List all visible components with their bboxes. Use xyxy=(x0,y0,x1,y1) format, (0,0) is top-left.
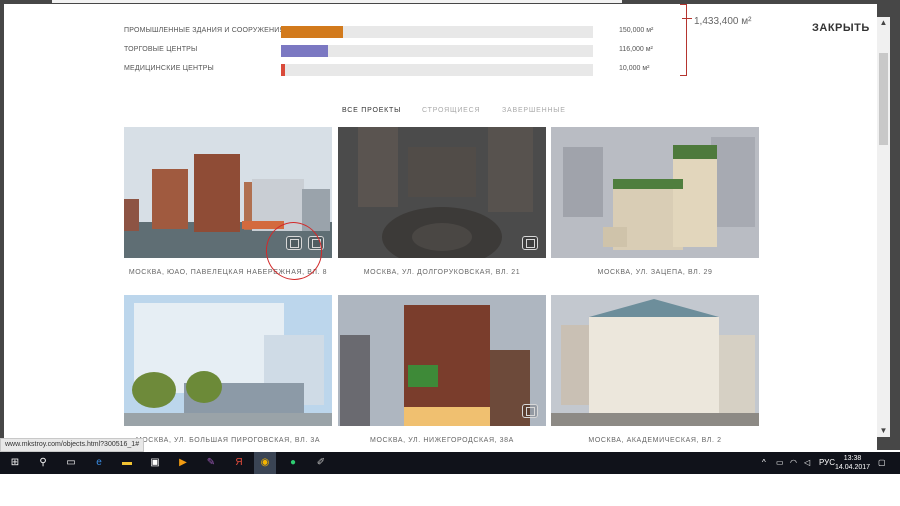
project-card-dolgorukovskaya[interactable] xyxy=(338,127,546,258)
edge-icon[interactable]: e xyxy=(88,452,110,474)
project-image xyxy=(551,295,759,426)
project-image xyxy=(338,295,546,426)
stat-bar-track xyxy=(281,26,593,38)
stat-value: 150,000 м² xyxy=(619,27,654,34)
stat-bar-track xyxy=(281,64,593,76)
taskbar-clock[interactable]: 13:38 14.04.2017 xyxy=(835,454,870,472)
project-card-akademicheskaya[interactable] xyxy=(551,295,759,426)
notes-icon[interactable]: ✐ xyxy=(310,452,332,474)
project-image xyxy=(124,295,332,426)
project-card-nizhegorodskaya[interactable] xyxy=(338,295,546,426)
stat-label: МЕДИЦИНСКИЕ ЦЕНТРЫ xyxy=(124,65,214,72)
browser-status-url: www.mkstroy.com/objects.html?300516_1# xyxy=(0,438,145,452)
store-icon[interactable]: ▣ xyxy=(144,452,166,474)
windows-taskbar: ⊞ ⚲ ▭ e ▬ ▣ ▶ ✎ Я ◉ ● ✐ ^ ▭ ◠ ◁ РУС 13:3… xyxy=(0,452,900,474)
windows-start-icon[interactable]: ⊞ xyxy=(4,452,26,474)
stat-label: ТОРГОВЫЕ ЦЕНТРЫ xyxy=(124,46,198,53)
stat-label: ПРОМЫШЛЕННЫЕ ЗДАНИЯ И СООРУЖЕНИЯ xyxy=(124,27,285,34)
tab-all-projects[interactable]: ВСЕ ПРОЕКТЫ xyxy=(342,107,401,114)
stat-bar-fill xyxy=(281,26,344,38)
total-bracket xyxy=(680,4,687,76)
media-player-icon[interactable]: ▶ xyxy=(172,452,194,474)
stat-bar-track xyxy=(281,45,593,57)
project-gallery-page: ПРОМЫШЛЕННЫЕ ЗДАНИЯ И СООРУЖЕНИЯ 150,000… xyxy=(4,4,877,450)
task-view-icon[interactable]: ▭ xyxy=(60,452,82,474)
tray-network-icon[interactable]: ◠ xyxy=(790,452,797,474)
page-scrollbar[interactable]: ▲ ▼ xyxy=(877,17,890,437)
stat-bar-fill xyxy=(281,45,328,57)
project-image xyxy=(551,127,759,258)
stat-value: 116,000 м² xyxy=(619,46,653,53)
video-icon[interactable] xyxy=(522,404,538,418)
browser-viewport: ПРОМЫШЛЕННЫЕ ЗДАНИЯ И СООРУЖЕНИЯ 150,000… xyxy=(0,0,900,450)
project-caption: МОСКВА, УЛ. НИЖЕГОРОДСКАЯ, 38А xyxy=(370,437,514,444)
tab-completed[interactable]: ЗАВЕРШЕННЫЕ xyxy=(502,107,566,114)
project-caption: МОСКВА, УЛ. ЗАЦЕПА, ВЛ. 29 xyxy=(597,269,713,276)
project-card-zatsepa[interactable] xyxy=(551,127,759,258)
video-icon[interactable] xyxy=(522,236,538,250)
action-center-icon[interactable]: ▢ xyxy=(878,452,886,474)
total-area: 1,433,400 м² xyxy=(694,16,752,27)
tray-volume-icon[interactable]: ◁ xyxy=(804,452,810,474)
scroll-down-arrow-icon[interactable]: ▼ xyxy=(877,425,890,437)
paint-icon[interactable]: ✎ xyxy=(200,452,222,474)
browser-bar-edge xyxy=(52,0,622,3)
project-card-pirogovskaya[interactable] xyxy=(124,295,332,426)
project-caption: МОСКВА, УЛ. БОЛЬШАЯ ПИРОГОВСКАЯ, ВЛ. 3А xyxy=(135,437,321,444)
search-icon[interactable]: ⚲ xyxy=(32,452,54,474)
project-caption: МОСКВА, АКАДЕМИЧЕСКАЯ, ВЛ. 2 xyxy=(588,437,722,444)
project-image xyxy=(338,127,546,258)
file-explorer-icon[interactable]: ▬ xyxy=(116,452,138,474)
clock-time: 13:38 xyxy=(843,455,862,462)
project-caption: МОСКВА, УЛ. ДОЛГОРУКОВСКАЯ, ВЛ. 21 xyxy=(363,269,521,276)
tray-battery-icon[interactable]: ▭ xyxy=(776,452,784,474)
tab-under-construction[interactable]: СТРОЯЩИЕСЯ xyxy=(422,107,480,114)
stat-value: 10,000 м² xyxy=(619,65,650,72)
stat-bar-fill xyxy=(281,64,285,76)
close-button[interactable]: ЗАКРЫТЬ xyxy=(812,22,870,34)
scroll-up-arrow-icon[interactable]: ▲ xyxy=(877,17,890,29)
green-app-icon[interactable]: ● xyxy=(282,452,304,474)
chrome-icon[interactable]: ◉ xyxy=(254,452,276,474)
total-bracket-tick xyxy=(682,18,692,19)
scrollbar-thumb[interactable] xyxy=(879,53,888,145)
tray-language[interactable]: РУС xyxy=(819,452,835,474)
tray-expand-icon[interactable]: ^ xyxy=(762,452,766,474)
yandex-icon[interactable]: Я xyxy=(228,452,250,474)
clock-date: 14.04.2017 xyxy=(835,464,871,471)
